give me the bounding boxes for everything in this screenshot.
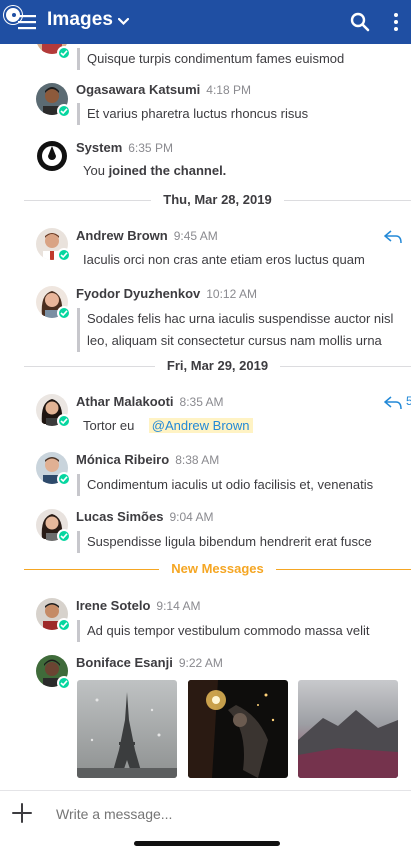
post-time: 9:14 AM	[156, 599, 201, 613]
message-text: Condimentum iaculis ut odio facilisis et…	[87, 477, 374, 492]
post[interactable]: Mónica Ribeiro 8:38 AM Condimentum iaculi…	[0, 448, 411, 502]
post[interactable]: Boniface Esanji 9:22 AM	[0, 652, 411, 782]
message-input[interactable]	[56, 803, 386, 825]
online-status-icon	[57, 414, 71, 428]
system-logo-icon	[36, 140, 68, 172]
message-list[interactable]: Quisque turpis condimentum fames euismod…	[0, 44, 411, 790]
channel-title-button[interactable]: Images	[47, 9, 130, 31]
post[interactable]: Athar Malakooti 8:35 AM 5 Tortor eu @Andr…	[0, 390, 411, 444]
search-icon[interactable]	[350, 12, 370, 32]
post-time: 4:18 PM	[206, 83, 251, 97]
post-time: 6:35 PM	[128, 141, 173, 155]
new-messages-separator: New Messages	[24, 561, 411, 577]
author-name[interactable]: Boniface Esanji 9:22 AM	[76, 655, 223, 670]
post-time: 8:38 AM	[175, 453, 220, 467]
system-post: System 6:35 PM You joined the channel.	[0, 138, 411, 186]
chevron-down-icon	[118, 17, 130, 25]
post-time: 8:35 AM	[179, 395, 224, 409]
online-status-icon	[57, 472, 71, 486]
author-name[interactable]: Ogasawara Katsumi 4:18 PM	[76, 82, 251, 97]
message-composer	[0, 790, 411, 854]
post[interactable]: Ogasawara Katsumi 4:18 PM Et varius phare…	[0, 80, 411, 136]
post[interactable]: Lucas Simões 9:04 AM Suspendisse ligula b…	[0, 505, 411, 559]
post-time: 10:12 AM	[206, 287, 257, 301]
menu-icon[interactable]	[18, 13, 36, 31]
message-text: Et varius pharetra luctus rhoncus risus	[87, 106, 309, 121]
plus-icon[interactable]	[12, 803, 32, 823]
online-status-icon	[57, 676, 71, 690]
author-name[interactable]: Irene Sotelo 9:14 AM	[76, 598, 200, 613]
post[interactable]: Fyodor Dyuzhenkov 10:12 AM Sodales felis …	[0, 282, 411, 354]
user-mention[interactable]: @Andrew Brown	[148, 418, 253, 433]
post[interactable]: Irene Sotelo 9:14 AM Ad quis tempor vesti…	[0, 594, 411, 648]
message-text: Sodales felis hac urna iaculis suspendis…	[87, 311, 394, 348]
message-text: Quisque turpis condimentum fames euismod	[87, 51, 345, 66]
post-time: 9:22 AM	[178, 656, 223, 670]
channel-title: Images	[47, 9, 114, 30]
reply-icon[interactable]	[384, 230, 402, 244]
post[interactable]: Andrew Brown 9:45 AM Iaculis orci non cra…	[0, 224, 411, 278]
reply-count[interactable]: 5	[406, 394, 411, 408]
post-time: 9:04 AM	[169, 510, 214, 524]
post-time: 9:45 AM	[173, 229, 218, 243]
date-separator: Fri, Mar 29, 2019	[24, 358, 411, 374]
author-name[interactable]: Athar Malakooti 8:35 AM	[76, 394, 224, 409]
author-name[interactable]: Lucas Simões 9:04 AM	[76, 509, 213, 524]
online-status-icon	[57, 618, 71, 632]
online-status-icon	[57, 529, 71, 543]
quote-bar	[77, 308, 80, 352]
message-text: Tortor eu @Andrew Brown	[83, 415, 403, 437]
channel-header: Images	[0, 0, 411, 44]
eiffel-tower-rain-photo[interactable]	[77, 680, 177, 778]
author-name[interactable]: Mónica Ribeiro 8:38 AM	[76, 452, 219, 467]
message-text: Ad quis tempor vestibulum commodo massa …	[87, 623, 370, 638]
more-vertical-icon[interactable]	[386, 12, 406, 32]
misty-mountain-photo[interactable]	[298, 680, 398, 778]
online-status-icon	[57, 46, 71, 60]
image-attachments	[77, 680, 407, 778]
online-status-icon	[57, 104, 71, 118]
post[interactable]: Quisque turpis condimentum fames euismod	[0, 44, 411, 72]
online-status-icon	[57, 306, 71, 320]
quote-bar	[77, 620, 80, 642]
author-name[interactable]: Fyodor Dyuzhenkov 10:12 AM	[76, 286, 257, 301]
author-name: System 6:35 PM	[76, 140, 173, 155]
quote-bar	[77, 48, 80, 70]
quote-bar	[77, 531, 80, 553]
online-status-icon	[57, 248, 71, 262]
sparkler-night-photo[interactable]	[188, 680, 288, 778]
date-separator: Thu, Mar 28, 2019	[24, 192, 411, 208]
author-name[interactable]: Andrew Brown 9:45 AM	[76, 228, 218, 243]
reply-icon[interactable]	[384, 396, 402, 410]
message-text: Iaculis orci non cras ante etiam eros lu…	[83, 252, 365, 267]
quote-bar	[77, 474, 80, 496]
home-indicator	[134, 841, 280, 846]
message-text: You joined the channel.	[83, 163, 227, 178]
quote-bar	[77, 103, 80, 125]
message-text: Suspendisse ligula bibendum hendrerit er…	[87, 534, 372, 549]
